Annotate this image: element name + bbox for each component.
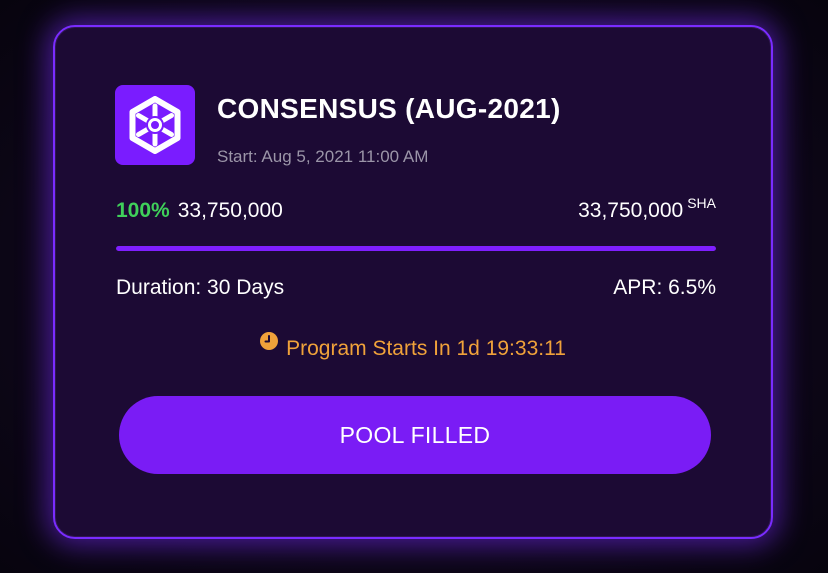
filled-amount: 33,750,000 xyxy=(177,199,283,222)
total-capacity: 33,750,000 SHA xyxy=(578,195,716,223)
pool-terms: Duration: 30 Days APR: 6.5% xyxy=(116,276,716,304)
progress-summary: 100% 33,750,000 33,750,000 SHA xyxy=(116,195,716,229)
clock-icon xyxy=(260,332,279,356)
pool-start-date: Start: Aug 5, 2021 11:00 AM xyxy=(217,147,429,166)
progress-percent: 100% xyxy=(116,199,170,222)
page-background: CONSENSUS (AUG-2021) Start: Aug 5, 2021 … xyxy=(0,0,828,573)
progress-bar-fill xyxy=(116,246,716,251)
duration-label: Duration: 30 Days xyxy=(116,276,285,299)
pool-filled-button[interactable]: POOL FILLED xyxy=(119,396,711,474)
pool-logo xyxy=(115,85,195,165)
token-unit: SHA xyxy=(687,195,716,211)
pool-title: CONSENSUS (AUG-2021) xyxy=(217,93,561,124)
total-amount: 33,750,000 xyxy=(578,199,684,222)
staking-pool-card: CONSENSUS (AUG-2021) Start: Aug 5, 2021 … xyxy=(53,25,773,539)
progress-bar xyxy=(116,246,716,251)
countdown-text: Program Starts In 1d 19:33:11 xyxy=(286,337,566,360)
hexagon-network-icon xyxy=(129,96,181,154)
program-countdown: Program Starts In 1d 19:33:11 xyxy=(55,332,771,361)
apr-label: APR: 6.5% xyxy=(613,276,716,299)
